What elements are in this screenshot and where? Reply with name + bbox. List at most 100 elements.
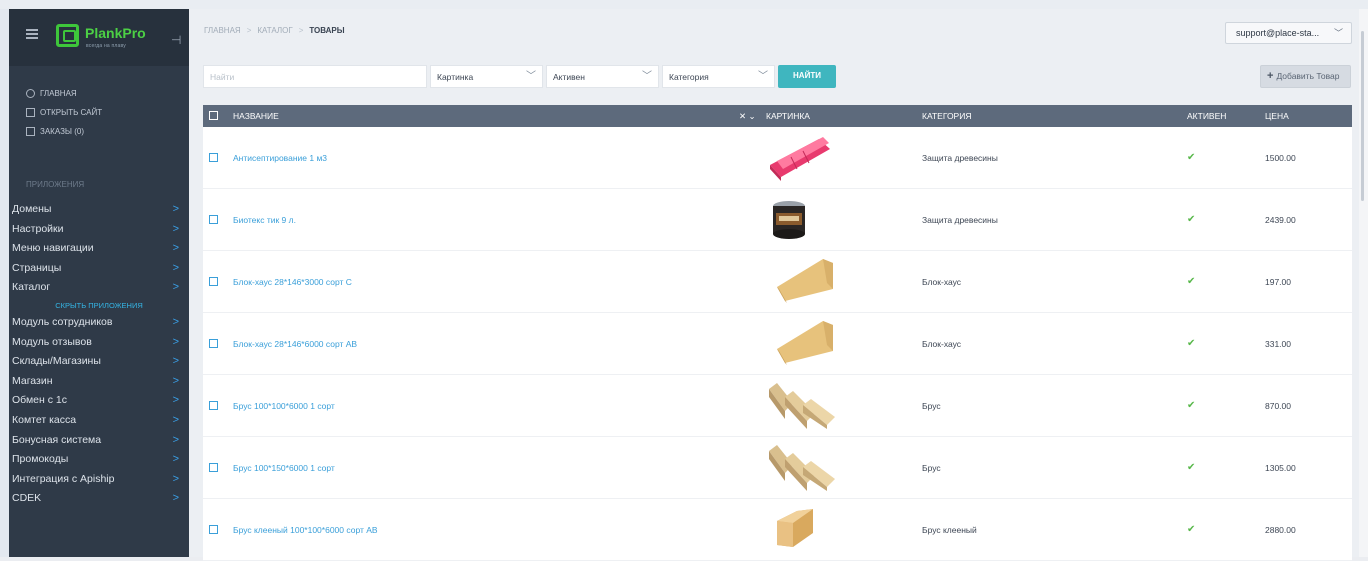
circle-icon (26, 89, 35, 98)
sidebar-app-item[interactable]: Модуль сотрудников > (9, 313, 189, 333)
product-name-link[interactable]: Брус 100*150*6000 1 сорт (233, 437, 335, 499)
hamburger-menu-icon[interactable] (26, 29, 38, 39)
breadcrumb: ГЛАВНАЯ > КАТАЛОГ > ТОВАРЫ (204, 26, 345, 35)
active-check-icon: ✔ (1187, 462, 1196, 473)
add-product-button[interactable]: + Добавить Товар (1260, 65, 1351, 88)
active-check-icon: ✔ (1187, 214, 1196, 225)
sidebar-item-home[interactable]: ГЛАВНАЯ (9, 84, 189, 103)
table-row[interactable]: Брус 100*100*6000 1 сорт Брус ✔ 870.00 (203, 375, 1352, 437)
chevron-right-icon: > (172, 335, 179, 348)
active-check-icon: ✔ (1187, 276, 1196, 287)
sidebar-app-label: Интеграция с Apiship (12, 472, 115, 485)
sidebar-app-item[interactable]: Каталог > (9, 278, 189, 298)
active-filter-select[interactable]: Активен ﹀ (546, 65, 659, 88)
table-row[interactable]: Брус 100*150*6000 1 сорт Брус ✔ 1305.00 (203, 437, 1352, 499)
sidebar-app-item[interactable]: Настройки > (9, 220, 189, 240)
sidebar-app-label: Каталог (12, 281, 51, 294)
sidebar-app-item[interactable]: Склады/Магазины > (9, 352, 189, 372)
table-row[interactable]: Блок-хаус 28*146*3000 сорт С Блок-хаус ✔… (203, 251, 1352, 313)
chevron-down-icon: ﹀ (1333, 28, 1343, 38)
breadcrumb-separator-icon: > (298, 26, 304, 35)
hide-apps-link[interactable]: СКРЫТЬ ПРИЛОЖЕНИЯ (9, 298, 189, 313)
sidebar-app-label: Модуль сотрудников (12, 315, 113, 328)
row-checkbox[interactable] (209, 215, 218, 224)
product-name-link[interactable]: Брус клееный 100*100*6000 сорт АВ (233, 499, 378, 561)
sidebar-app-item[interactable]: Обмен с 1с > (9, 391, 189, 411)
chevron-right-icon: > (172, 203, 179, 215)
sidebar-app-item[interactable]: Бонусная система > (9, 431, 189, 451)
column-price[interactable]: ЦЕНА (1265, 105, 1289, 127)
sidebar-section-title: ПРИЛОЖЕНИЯ (26, 180, 85, 189)
find-button[interactable]: НАЙТИ (778, 65, 836, 88)
chevron-right-icon: > (172, 453, 179, 466)
user-menu-button[interactable]: support@place-sta... ﹀ (1225, 22, 1352, 44)
product-category: Защита древесины (922, 215, 998, 225)
timber-beams-image (763, 445, 853, 491)
column-name[interactable]: НАЗВАНИЕ (233, 105, 279, 127)
sidebar-app-item[interactable]: Промокоды > (9, 450, 189, 470)
plus-icon: + (1267, 70, 1274, 82)
row-checkbox[interactable] (209, 277, 218, 286)
timber-beams-image (763, 383, 853, 429)
sidebar-app-item[interactable]: Страницы > (9, 259, 189, 279)
breadcrumb-home[interactable]: ГЛАВНАЯ (204, 26, 241, 35)
row-checkbox[interactable] (209, 463, 218, 472)
sidebar-app-item[interactable]: Интеграция с Apiship > (9, 470, 189, 490)
chevron-right-icon: > (172, 472, 179, 485)
sidebar-app-item[interactable]: Комтет касса > (9, 411, 189, 431)
product-name-link[interactable]: Блок-хаус 28*146*3000 сорт С (233, 251, 352, 313)
row-checkbox[interactable] (209, 153, 218, 162)
chevron-right-icon: > (172, 355, 179, 368)
sidebar: PlankPro всегда на плаву ⊣ ГЛАВНАЯ ОТКРЫ… (9, 9, 189, 557)
chevron-right-icon: > (172, 433, 179, 446)
search-input[interactable]: Найти (203, 65, 427, 88)
sidebar-app-item[interactable]: Домены > (9, 200, 189, 220)
sidebar-item-open-site[interactable]: ОТКРЫТЬ САЙТ (9, 103, 189, 122)
product-category: Блок-хаус (922, 339, 962, 349)
table-row[interactable]: Брус клееный 100*100*6000 сорт АВ Брус к… (203, 499, 1352, 561)
sidebar-item-label: ОТКРЫТЬ САЙТ (40, 108, 103, 117)
table-row[interactable]: Антисептирование 1 м3 Защита древесины ✔… (203, 127, 1352, 189)
category-filter-select[interactable]: Категория ﹀ (662, 65, 775, 88)
chevron-right-icon: > (172, 315, 179, 328)
column-picture[interactable]: КАРТИНКА (766, 105, 810, 127)
pin-icon[interactable]: ⊣ (171, 33, 181, 47)
sidebar-app-item[interactable]: CDEK > (9, 489, 189, 509)
chevron-right-icon: > (172, 261, 179, 274)
select-all-checkbox[interactable] (209, 111, 218, 120)
row-checkbox[interactable] (209, 525, 218, 534)
main-content: ГЛАВНАЯ > КАТАЛОГ > ТОВАРЫ support@place-sta… (189, 9, 1359, 561)
row-checkbox[interactable] (209, 339, 218, 348)
chevron-right-icon: > (172, 394, 179, 407)
sidebar-app-item[interactable]: Меню навигации > (9, 239, 189, 259)
scrollbar-thumb[interactable] (1361, 31, 1364, 201)
sidebar-app-label: Меню навигации (12, 242, 94, 255)
product-category: Блок-хаус (922, 277, 962, 287)
product-price: 2880.00 (1265, 525, 1296, 535)
product-name-link[interactable]: Брус 100*100*6000 1 сорт (233, 375, 335, 437)
picture-filter-select[interactable]: Картинка ﹀ (430, 65, 543, 88)
window-icon (26, 108, 35, 117)
chevron-right-icon: > (172, 281, 179, 294)
row-checkbox[interactable] (209, 401, 218, 410)
app-frame: PlankPro всегда на плаву ⊣ ГЛАВНАЯ ОТКРЫ… (0, 0, 1368, 561)
sort-clear-icon[interactable]: ✕ ⌄ (739, 105, 756, 127)
column-active[interactable]: АКТИВЕН (1187, 105, 1226, 127)
chevron-down-icon: ﹀ (642, 71, 652, 82)
product-name-link[interactable]: Блок-хаус 28*146*6000 сорт АВ (233, 313, 357, 375)
sidebar-app-item[interactable]: Модуль отзывов > (9, 333, 189, 353)
page-scrollbar[interactable] (1359, 9, 1368, 557)
breadcrumb-catalog[interactable]: КАТАЛОГ (257, 26, 292, 35)
column-category[interactable]: КАТЕГОРИЯ (922, 105, 971, 127)
chevron-right-icon: > (172, 492, 179, 505)
sidebar-app-label: CDEK (12, 492, 42, 505)
top-strip (0, 0, 1368, 9)
sidebar-item-orders[interactable]: ЗАКАЗЫ (0) (9, 122, 189, 141)
product-name-link[interactable]: Антисептирование 1 м3 (233, 127, 327, 189)
table-row[interactable]: Биотекс тик 9 л. Защита древесины ✔ 2439… (203, 189, 1352, 251)
sidebar-app-item[interactable]: Магазин > (9, 372, 189, 392)
table-row[interactable]: Блок-хаус 28*146*6000 сорт АВ Блок-хаус … (203, 313, 1352, 375)
chevron-right-icon: > (172, 413, 179, 426)
sidebar-item-label: ЗАКАЗЫ (0) (40, 127, 84, 136)
product-name-link[interactable]: Биотекс тик 9 л. (233, 189, 296, 251)
